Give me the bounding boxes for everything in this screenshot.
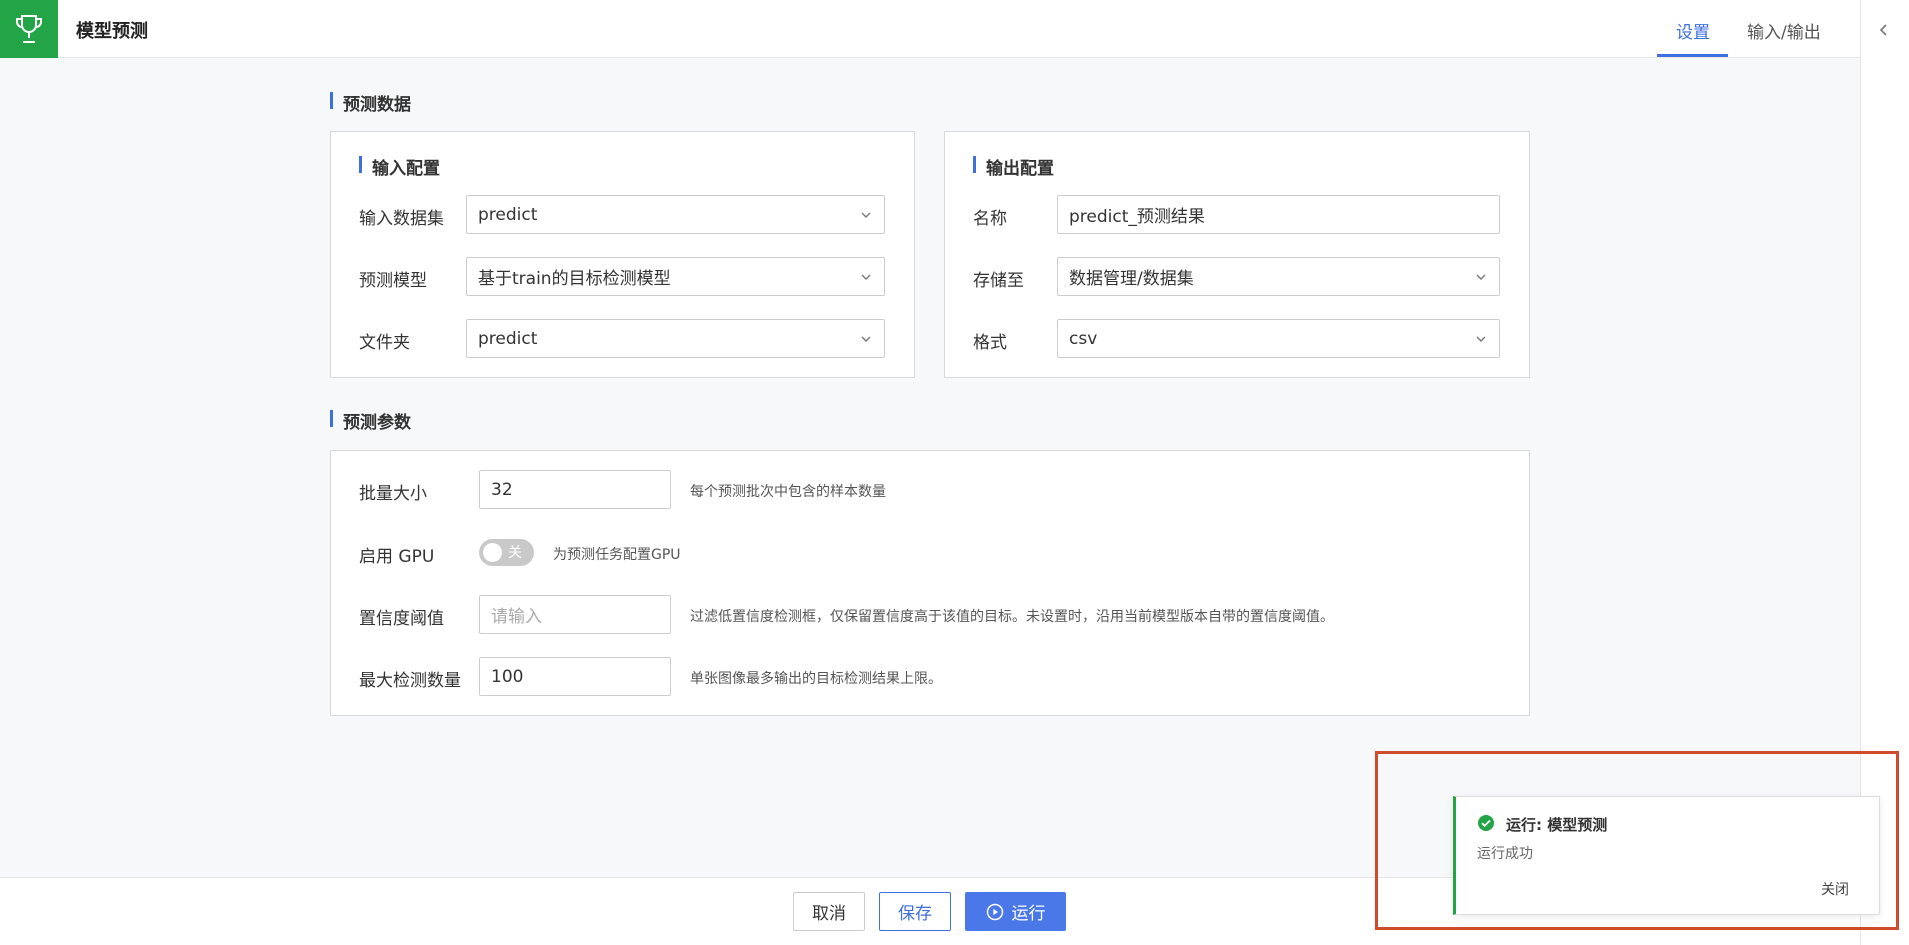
chevron-down-icon <box>861 336 871 342</box>
predict-model-label: 预测模型 <box>359 271 427 291</box>
output-config-title: 输出配置 <box>973 154 1054 179</box>
trophy-icon <box>0 0 58 58</box>
run-button-label: 运行 <box>1011 904 1046 924</box>
output-name-value: predict_预测结果 <box>1069 207 1205 227</box>
notification-close-button[interactable]: 关闭 <box>1821 879 1849 899</box>
batch-size-hint: 每个预测批次中包含的样本数量 <box>690 484 886 500</box>
input-dataset-value: predict <box>478 204 538 225</box>
chevron-down-icon <box>861 212 871 218</box>
chevron-left-icon[interactable] <box>1877 22 1891 43</box>
folder-value: predict <box>478 328 538 349</box>
format-label: 格式 <box>973 333 1007 353</box>
tab-input-output[interactable]: 输入/输出 <box>1747 18 1821 43</box>
format-select[interactable]: csv <box>1057 319 1500 358</box>
confidence-threshold-label: 置信度阈值 <box>359 609 444 629</box>
gpu-label: 启用 GPU <box>359 547 435 567</box>
max-detections-label: 最大检测数量 <box>359 671 461 691</box>
output-name-input[interactable]: predict_预测结果 <box>1057 195 1500 234</box>
max-detections-input[interactable]: 100 <box>479 657 671 696</box>
predict-model-value: 基于train的目标检测模型 <box>478 269 671 289</box>
active-tab-indicator <box>1657 54 1728 57</box>
tab-settings[interactable]: 设置 <box>1676 18 1710 43</box>
confidence-threshold-hint: 过滤低置信度检测框，仅保留置信度高于该值的目标。未设置时，沿用当前模型版本自带的… <box>690 609 1334 625</box>
batch-size-input[interactable]: 32 <box>479 470 671 509</box>
folder-label: 文件夹 <box>359 333 410 353</box>
predict-model-select[interactable]: 基于train的目标检测模型 <box>466 257 885 296</box>
chevron-down-icon <box>1476 336 1486 342</box>
confidence-threshold-input[interactable]: 请输入 <box>479 595 671 634</box>
toggle-knob <box>483 543 502 562</box>
app-header: 模型预测 设置 输入/输出 <box>0 0 1860 58</box>
input-config-title: 输入配置 <box>359 154 440 179</box>
confidence-threshold-placeholder: 请输入 <box>491 607 542 627</box>
section-title-predict-params: 预测参数 <box>330 408 411 433</box>
storage-label: 存储至 <box>973 271 1024 291</box>
chevron-down-icon <box>1476 274 1486 280</box>
check-circle-icon <box>1477 814 1495 837</box>
chevron-down-icon <box>861 274 871 280</box>
input-dataset-label: 输入数据集 <box>359 209 444 229</box>
notification-title: 运行: 模型预测 <box>1506 816 1608 834</box>
folder-select[interactable]: predict <box>466 319 885 358</box>
section-title-predict-data: 预测数据 <box>330 90 411 115</box>
input-dataset-select[interactable]: predict <box>466 195 885 234</box>
storage-value: 数据管理/数据集 <box>1069 269 1194 289</box>
format-value: csv <box>1069 328 1098 349</box>
output-name-label: 名称 <box>973 209 1007 229</box>
play-circle-icon <box>986 903 1003 920</box>
batch-size-label: 批量大小 <box>359 484 427 504</box>
storage-select[interactable]: 数据管理/数据集 <box>1057 257 1500 296</box>
gpu-toggle[interactable]: 关 <box>479 539 534 566</box>
gpu-hint: 为预测任务配置GPU <box>553 547 681 563</box>
max-detections-hint: 单张图像最多输出的目标检测结果上限。 <box>690 671 942 687</box>
batch-size-value: 32 <box>491 479 513 500</box>
cancel-button[interactable]: 取消 <box>793 892 865 931</box>
gpu-toggle-text: 关 <box>508 545 522 561</box>
notification-message: 运行成功 <box>1477 846 1533 862</box>
max-detections-value: 100 <box>491 666 524 687</box>
run-button[interactable]: 运行 <box>965 892 1066 931</box>
page-title: 模型预测 <box>76 21 148 42</box>
notification-toast: 运行: 模型预测 运行成功 关闭 <box>1453 796 1880 915</box>
save-button[interactable]: 保存 <box>879 892 951 931</box>
